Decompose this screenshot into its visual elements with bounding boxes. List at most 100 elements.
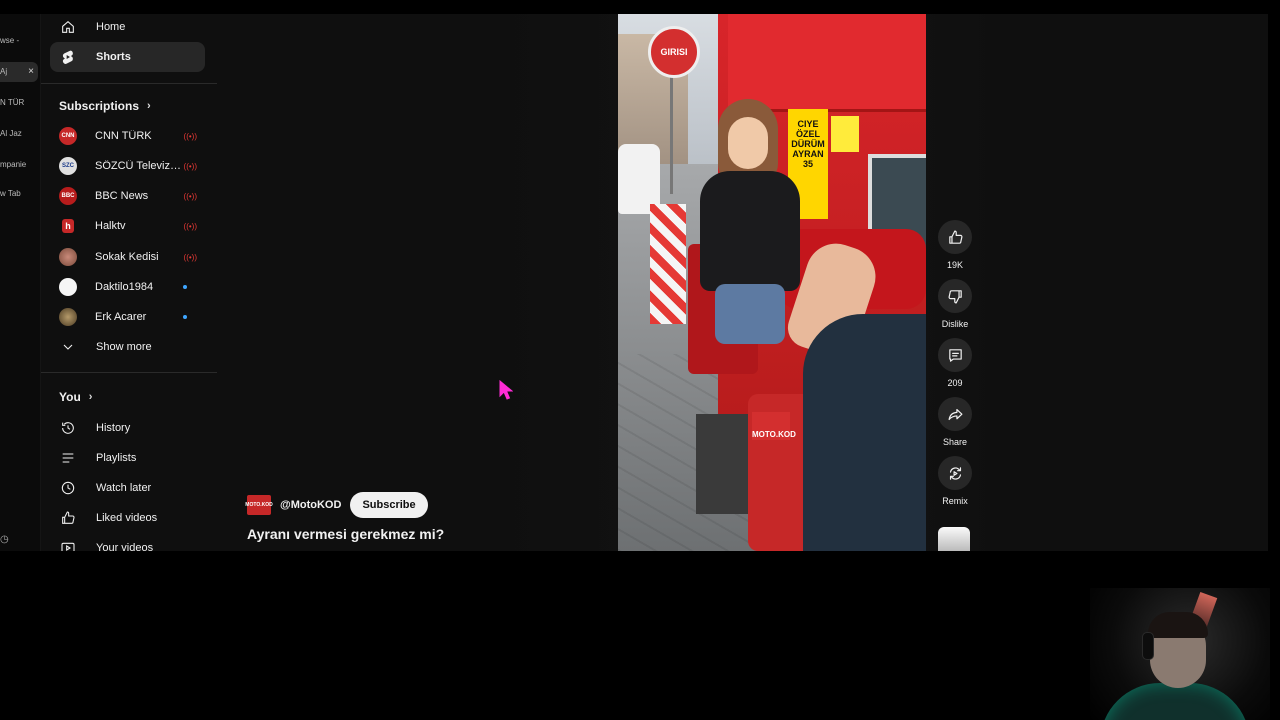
sidebar-item-shorts[interactable]: Shorts xyxy=(50,42,205,72)
subscription-label: SÖZCÜ Televizyo... xyxy=(95,160,183,172)
new-content-dot xyxy=(183,285,187,289)
video-scene xyxy=(728,14,926,112)
your-videos-icon xyxy=(59,539,77,551)
share-label: Share xyxy=(942,437,968,447)
you-header[interactable]: You › xyxy=(59,390,92,404)
browser-tab-label: w Tab xyxy=(0,189,21,198)
live-icon: ((•)) xyxy=(183,252,197,262)
subscriptions-header[interactable]: Subscriptions › xyxy=(59,99,151,113)
video-watermark: MOTO.KOD xyxy=(752,412,796,440)
live-icon: ((•)) xyxy=(183,221,197,231)
road-sign: GIRISI xyxy=(648,26,700,78)
sidebar-item-watch-later[interactable]: Watch later xyxy=(50,473,205,503)
sidebar-divider xyxy=(41,83,217,84)
webcam-scene xyxy=(1100,683,1250,720)
avatar: SZC xyxy=(59,157,77,175)
subscribe-button[interactable]: Subscribe xyxy=(350,492,428,518)
clock-icon[interactable]: ◷ xyxy=(0,534,9,545)
like-button[interactable] xyxy=(938,220,972,254)
sidebar-item-home[interactable]: Home xyxy=(50,14,205,42)
video-scene xyxy=(715,284,785,344)
video-title[interactable]: Ayranı vermesi gerekmez mi? xyxy=(247,526,444,542)
browser-tab[interactable]: mpanie xyxy=(0,160,38,169)
sidebar-item-subscription[interactable]: Erk Acarer xyxy=(50,303,205,331)
dislike-button[interactable] xyxy=(938,279,972,313)
sidebar-item-label: Home xyxy=(96,21,126,33)
channel-avatar[interactable]: MOTO.KOD xyxy=(245,495,273,515)
sidebar-item-subscription[interactable]: Daktilo1984 xyxy=(50,273,205,301)
video-scene xyxy=(831,116,859,152)
comment-icon xyxy=(948,348,962,362)
webcam-overlay xyxy=(1090,588,1270,720)
sidebar-item-subscription[interactable]: BBC BBC News ((•)) xyxy=(50,182,205,210)
shorts-icon xyxy=(59,48,77,66)
show-more-button[interactable]: Show more xyxy=(50,333,205,361)
share-button[interactable] xyxy=(938,397,972,431)
video-scene xyxy=(696,414,756,514)
video-scene xyxy=(728,117,768,169)
chevron-right-icon: › xyxy=(88,391,93,403)
sidebar-item-liked-videos[interactable]: Liked videos xyxy=(50,503,205,533)
browser-tab-label: mpanie xyxy=(0,160,27,169)
video-scene xyxy=(650,204,686,324)
browser-tab-active[interactable]: Aj × xyxy=(0,62,38,82)
history-icon xyxy=(59,419,77,437)
sidebar-item-subscription[interactable]: SZC SÖZCÜ Televizyo... ((•)) xyxy=(50,152,205,180)
sidebar-item-history[interactable]: History xyxy=(50,413,205,443)
liked-videos-icon xyxy=(59,509,77,527)
dislike-action[interactable]: Dislike xyxy=(938,279,972,329)
browser-tab[interactable]: N TÜR xyxy=(0,98,38,107)
close-icon[interactable]: × xyxy=(28,62,34,82)
subscription-label: CNN TÜRK xyxy=(95,130,152,142)
webcam-scene xyxy=(1148,612,1208,638)
browser-tab-label: N TÜR xyxy=(0,98,25,107)
video-scene xyxy=(670,74,673,194)
channel-handle[interactable]: @MotoKOD xyxy=(280,499,341,511)
new-content-dot xyxy=(183,315,187,319)
sidebar-item-subscription[interactable]: Sokak Kedisi ((•)) xyxy=(50,243,205,271)
comments-button[interactable] xyxy=(938,338,972,372)
browser-tab[interactable]: w Tab xyxy=(0,189,38,198)
remix-icon xyxy=(949,466,961,480)
comment-count: 209 xyxy=(947,378,963,388)
sidebar-item-your-videos[interactable]: Your videos xyxy=(50,533,205,551)
browser-tab[interactable]: Al Jaz xyxy=(0,129,38,138)
home-icon xyxy=(59,18,77,36)
short-video[interactable]: GIRISI CIYE ÖZEL DÜRÜM AYRAN 35 MOTO.KOD xyxy=(618,14,926,551)
sidebar-item-label: Liked videos xyxy=(96,512,158,524)
live-icon: ((•)) xyxy=(183,131,197,141)
live-icon: ((•)) xyxy=(183,191,197,201)
subscription-label: Sokak Kedisi xyxy=(95,251,159,263)
like-action[interactable]: 19K xyxy=(938,220,972,270)
subscription-label: Daktilo1984 xyxy=(95,281,154,293)
avatar xyxy=(59,248,77,266)
sound-thumbnail[interactable] xyxy=(938,527,970,551)
sidebar-item-label: Watch later xyxy=(96,482,152,494)
remix-action[interactable]: Remix xyxy=(938,456,972,506)
sidebar-item-subscription[interactable]: CNN CNN TÜRK ((•)) xyxy=(50,122,205,150)
avatar: BBC xyxy=(59,187,77,205)
sidebar-item-subscription[interactable]: h Halktv ((•)) xyxy=(50,212,205,240)
remix-button[interactable] xyxy=(938,456,972,490)
comments-action[interactable]: 209 xyxy=(938,338,972,388)
browser-tab[interactable]: wse - xyxy=(0,36,38,45)
watch-later-icon xyxy=(59,479,77,497)
sidebar-divider xyxy=(41,372,217,373)
sidebar-item-playlists[interactable]: Playlists xyxy=(50,443,205,473)
chevron-right-icon: › xyxy=(147,100,151,112)
avatar: CNN xyxy=(59,127,77,145)
live-icon: ((•)) xyxy=(183,161,197,171)
subscription-label: Erk Acarer xyxy=(95,311,147,323)
sidebar: Home Shorts Subscriptions › CNN CNN TÜRK… xyxy=(41,14,217,551)
channel-info: MOTO.KOD @MotoKOD Subscribe xyxy=(245,492,428,518)
thumbs-up-icon xyxy=(948,230,962,244)
sidebar-item-label: History xyxy=(96,422,131,434)
video-scene xyxy=(803,314,926,551)
browser-tab-strip: wse - Aj × N TÜR Al Jaz mpanie w Tab ◷ xyxy=(0,14,41,551)
mouse-cursor-icon xyxy=(499,380,513,400)
share-action[interactable]: Share xyxy=(938,397,972,447)
video-scene xyxy=(700,171,800,291)
sidebar-item-label: Playlists xyxy=(96,452,137,464)
share-icon xyxy=(948,408,962,420)
browser-tab-label: Aj xyxy=(0,67,8,76)
